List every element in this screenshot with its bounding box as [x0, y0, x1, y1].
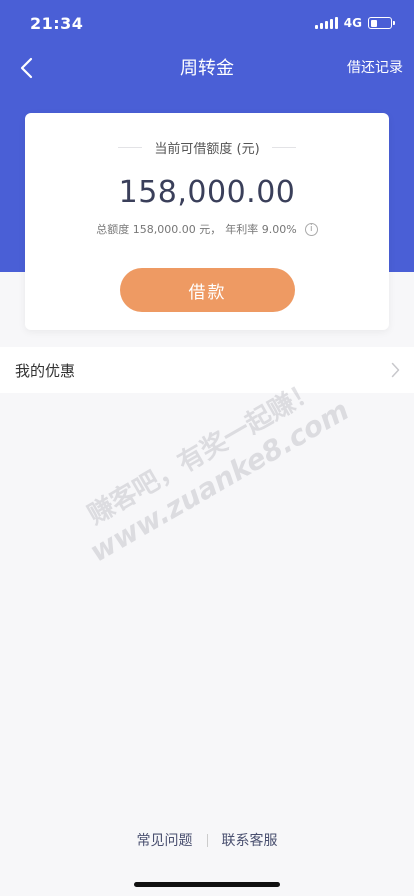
network-type: 4G	[343, 16, 362, 30]
divider-line	[271, 146, 296, 148]
my-offers-label: 我的优惠	[15, 361, 76, 380]
info-icon[interactable]: i	[304, 222, 318, 236]
footer-divider	[206, 833, 208, 847]
battery-icon	[368, 17, 395, 29]
divider-line	[118, 146, 143, 148]
footer-links: 常见问题 联系客服	[0, 830, 414, 850]
my-offers-row[interactable]: 我的优惠	[0, 347, 414, 393]
available-credit-label: 当前可借额度 (元)	[154, 141, 260, 157]
contact-support-link[interactable]: 联系客服	[222, 830, 278, 850]
watermark-url: www.zuanke8.com	[84, 393, 355, 569]
available-credit-label-row: 当前可借额度 (元)	[25, 137, 389, 157]
faq-link[interactable]: 常见问题	[137, 830, 193, 850]
status-time: 21:34	[30, 14, 84, 33]
credit-card-panel: 当前可借额度 (元) 158,000.00 总额度 158,000.00 元， …	[25, 113, 389, 330]
signal-icon	[314, 17, 338, 29]
borrow-records-link[interactable]: 借还记录	[347, 57, 403, 77]
status-bar: 21:34 4G	[0, 0, 414, 48]
borrow-button[interactable]: 借款	[120, 268, 295, 312]
total-credit-text: 总额度 158,000.00 元，	[96, 223, 222, 236]
battery-level	[370, 19, 378, 27]
status-indicators: 4G	[314, 16, 395, 30]
home-indicator	[134, 882, 280, 887]
credit-details: 总额度 158,000.00 元， 年利率 9.00% i	[25, 221, 389, 237]
available-credit-amount: 158,000.00	[118, 175, 296, 210]
chevron-right-icon	[391, 362, 400, 378]
nav-bar: 周转金 借还记录	[0, 48, 414, 88]
annual-rate-text: 年利率 9.00%	[225, 223, 297, 236]
